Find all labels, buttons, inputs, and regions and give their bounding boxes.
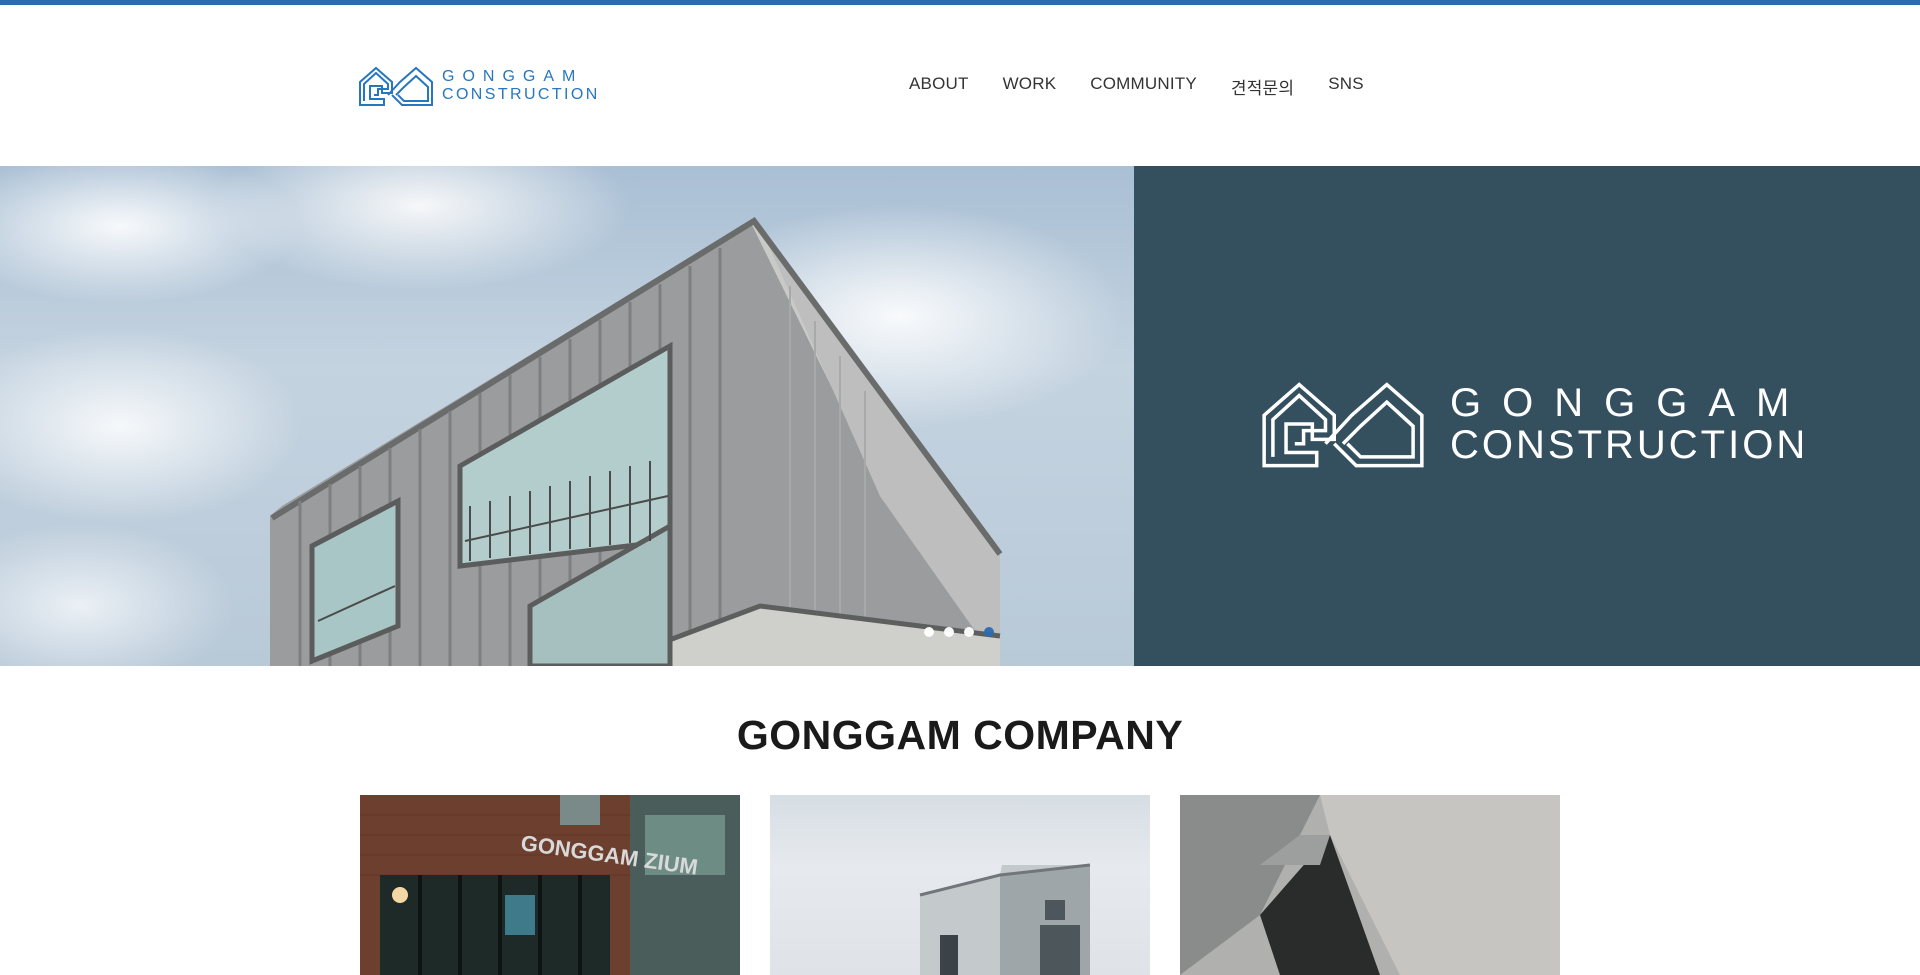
gonggam-zium-storefront-photo: GONGGAM ZIUM (360, 795, 740, 975)
hero-logo-line-2: CONSTRUCTION (1450, 423, 1809, 467)
slider-dots (924, 627, 1004, 637)
company-card-3[interactable] (1180, 795, 1560, 975)
gonggam-house-logo-icon (359, 66, 433, 106)
slider-dot-2[interactable] (944, 627, 954, 637)
logo-line-1: GONGGAM (442, 68, 584, 85)
nav-sns[interactable]: SNS (1328, 74, 1364, 99)
white-building-photo (919, 863, 1091, 975)
hero-logo-line-1: GONGGAM (1450, 381, 1811, 425)
building-illustration (270, 216, 1003, 666)
nav-community[interactable]: COMMUNITY (1090, 74, 1197, 99)
company-card-2[interactable] (770, 795, 1150, 975)
main-nav: ABOUT WORK COMMUNITY 견적문의 SNS (909, 74, 1398, 99)
slider-dot-4[interactable] (984, 627, 994, 637)
site-logo[interactable]: GONGGAM CONSTRUCTION (358, 65, 600, 107)
company-card-1[interactable]: GONGGAM ZIUM (360, 795, 740, 975)
concrete-architecture-photo (1180, 795, 1560, 975)
section-title: GONGGAM COMPANY (736, 712, 1184, 758)
hero-slider: GONGGAM CONSTRUCTION (0, 166, 1920, 666)
logo-line-2: CONSTRUCTION (442, 86, 600, 103)
modern-building-photo (0, 166, 1134, 666)
nav-about[interactable]: ABOUT (909, 74, 969, 99)
nav-estimate-inquiry[interactable]: 견적문의 (1231, 74, 1294, 99)
gonggam-house-logo-icon (1262, 382, 1424, 468)
hero-logo: GONGGAM CONSTRUCTION (1254, 378, 1810, 470)
slider-dot-3[interactable] (964, 627, 974, 637)
slider-dot-1[interactable] (924, 627, 934, 637)
logo-text: GONGGAM CONSTRUCTION (442, 69, 600, 103)
nav-work[interactable]: WORK (1003, 74, 1057, 99)
hero-brand-panel: GONGGAM CONSTRUCTION (1134, 166, 1920, 666)
company-cards: GONGGAM ZIUM (360, 795, 1590, 975)
site-header: GONGGAM CONSTRUCTION ABOUT WORK COMMUNIT… (0, 5, 1920, 166)
hero-logo-text: GONGGAM CONSTRUCTION (1450, 383, 1810, 465)
